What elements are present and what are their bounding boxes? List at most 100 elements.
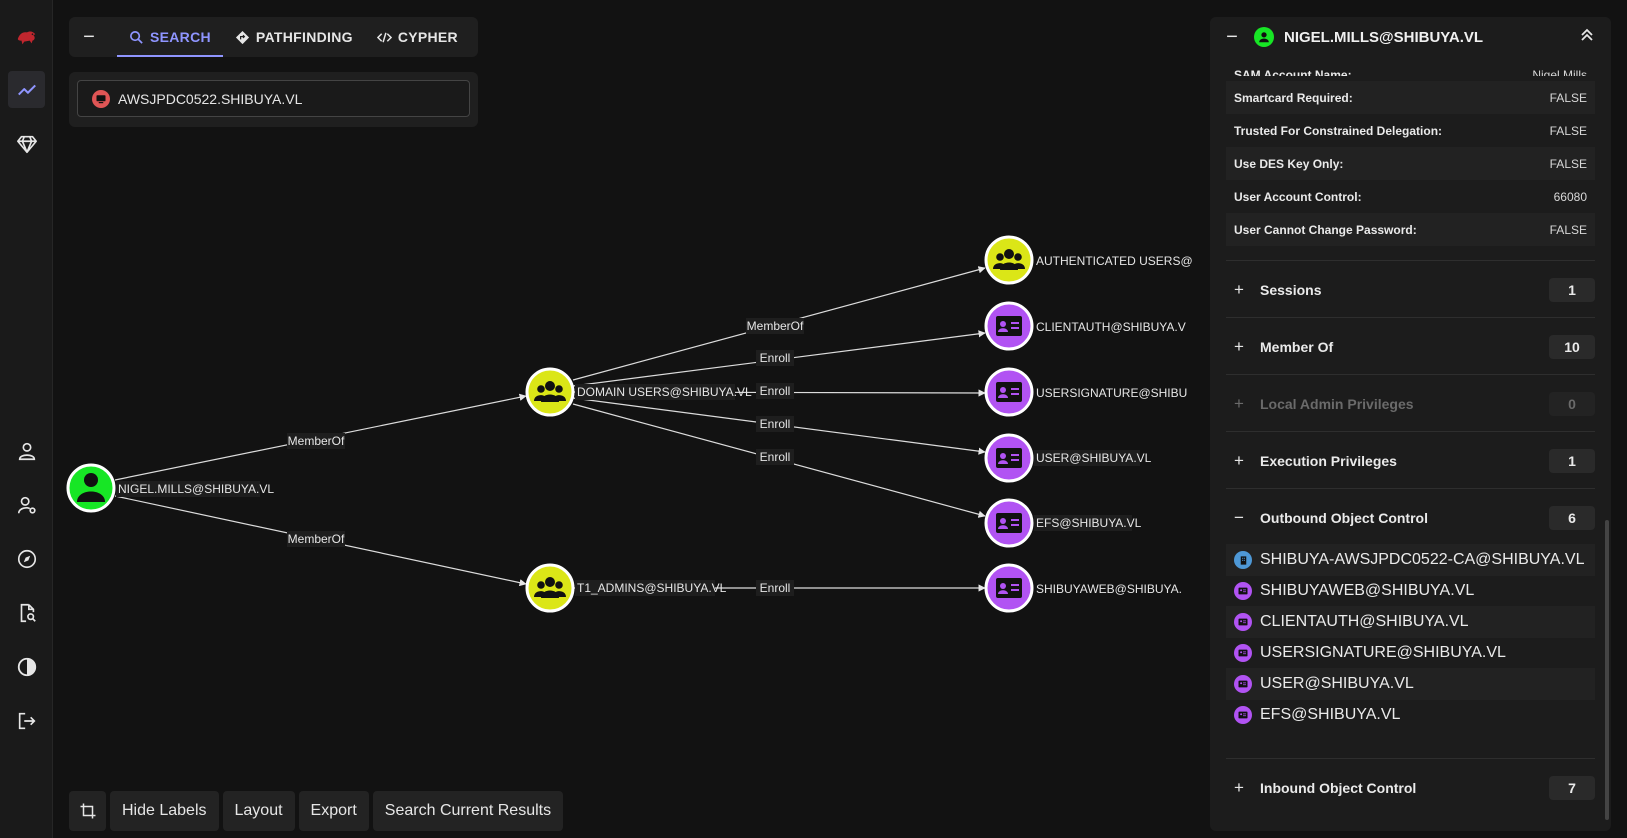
nav-rail xyxy=(0,0,53,838)
computer-node-icon xyxy=(92,89,110,108)
node-efs[interactable]: EFS@SHIBUYA.VL xyxy=(984,498,1142,548)
node-label: EFS@SHIBUYA.VL xyxy=(1036,516,1142,530)
section-inbound-object-control[interactable]: + Inbound Object Control 7 xyxy=(1226,758,1595,816)
chevrons-up-icon[interactable] xyxy=(1579,27,1595,48)
section-label: Local Admin Privileges xyxy=(1260,395,1414,412)
property-key: Smartcard Required: xyxy=(1234,90,1353,105)
edge-label-enroll: Enroll xyxy=(760,450,791,464)
tab-label: SEARCH xyxy=(150,29,211,45)
object-name: USER@SHIBUYA.VL xyxy=(1260,675,1414,692)
section-count-badge: 1 xyxy=(1549,448,1595,473)
node-user[interactable]: USER@SHIBUYA.VL xyxy=(984,433,1152,483)
search-input[interactable]: AWSJPDC0522.SHIBUYA.VL xyxy=(77,80,470,117)
expand-icon: + xyxy=(1234,450,1244,470)
property-row: Trusted For Constrained Delegation: FALS… xyxy=(1226,114,1595,147)
contrast-icon[interactable] xyxy=(8,648,45,685)
crop-icon xyxy=(80,803,95,819)
property-row: Use DES Key Only: FALSE xyxy=(1226,147,1595,180)
node-label: SHIBUYAWEB@SHIBUYA. xyxy=(1036,582,1182,596)
node-domain-users[interactable]: DOMAIN USERS@SHIBUYA.VL xyxy=(525,367,752,417)
object-name: USERSIGNATURE@SHIBUYA.VL xyxy=(1260,644,1506,661)
search-tabs: − SEARCH PATHFINDING CYPHER xyxy=(69,17,478,57)
object-name: EFS@SHIBUYA.VL xyxy=(1260,706,1401,723)
section-count-badge: 7 xyxy=(1549,775,1595,800)
collapse-icon: − xyxy=(1234,507,1244,527)
explore-graph-icon[interactable] xyxy=(8,71,45,108)
tab-label: CYPHER xyxy=(397,29,458,45)
bloodhound-app: MemberOf MemberOf MemberOf Enroll Enroll… xyxy=(0,0,1627,838)
search-panel: − SEARCH PATHFINDING CYPHER AWSJPDC0522.… xyxy=(69,17,478,127)
edge-label-memberof: MemberOf xyxy=(747,319,804,333)
panel-scrollbar[interactable] xyxy=(1605,520,1609,820)
cert-template-icon xyxy=(1234,706,1252,724)
expand-icon: + xyxy=(1234,336,1244,356)
object-name: SHIBUYA-AWSJPDC0522-CA@SHIBUYA.VL xyxy=(1260,551,1585,568)
section-label: Outbound Object Control xyxy=(1260,509,1428,526)
property-value: FALSE xyxy=(1549,123,1587,138)
tab-label: PATHFINDING xyxy=(255,29,353,45)
search-box-container: AWSJPDC0522.SHIBUYA.VL xyxy=(69,72,478,127)
tab-cypher[interactable]: CYPHER xyxy=(365,17,470,57)
logout-icon[interactable] xyxy=(8,702,45,739)
entity-info-panel: − NIGEL.MILLS@SHIBUYA.VL SAM Account Nam… xyxy=(1210,17,1611,831)
tab-search[interactable]: SEARCH xyxy=(117,17,223,57)
outbound-object-row[interactable]: SHIBUYAWEB@SHIBUYA.VL xyxy=(1226,575,1595,607)
section-count-badge: 0 xyxy=(1549,391,1595,416)
collapse-search-button[interactable]: − xyxy=(69,17,109,57)
search-input-value: AWSJPDC0522.SHIBUYA.VL xyxy=(118,90,303,107)
user-icon[interactable] xyxy=(8,432,45,469)
layout-button[interactable]: Layout xyxy=(222,791,295,831)
bloodhound-logo[interactable] xyxy=(8,18,45,55)
node-nigel-mills[interactable]: NIGEL.MILLS@SHIBUYA.VL xyxy=(66,463,274,513)
section-member-of[interactable]: + Member Of 10 xyxy=(1226,317,1595,375)
section-sessions[interactable]: + Sessions 1 xyxy=(1226,260,1595,318)
edge-label-enroll: Enroll xyxy=(760,351,791,365)
property-value: FALSE xyxy=(1549,222,1587,237)
entity-panel-header: − NIGEL.MILLS@SHIBUYA.VL xyxy=(1210,17,1611,57)
outbound-object-row[interactable]: SHIBUYA-AWSJPDC0522-CA@SHIBUYA.VL xyxy=(1226,544,1595,576)
crop-button[interactable] xyxy=(69,791,106,831)
outbound-object-row[interactable]: USER@SHIBUYA.VL xyxy=(1226,668,1595,700)
diamond-direction-icon xyxy=(235,30,249,44)
gem-icon[interactable] xyxy=(8,125,45,162)
node-t1-admins[interactable]: T1_ADMINS@SHIBUYA.VL xyxy=(525,563,727,613)
property-key: SAM Account Name: xyxy=(1234,68,1352,76)
edge-label-memberof: MemberOf xyxy=(288,434,345,448)
code-icon xyxy=(376,32,392,42)
expand-icon: + xyxy=(1234,393,1244,413)
node-shibuyaweb[interactable]: SHIBUYAWEB@SHIBUYA. xyxy=(984,563,1182,613)
outbound-object-row[interactable]: USERSIGNATURE@SHIBUYA.VL xyxy=(1226,637,1595,669)
property-row: User Account Control: 66080 xyxy=(1226,180,1595,213)
outbound-object-row[interactable]: EFS@SHIBUYA.VL xyxy=(1226,699,1595,731)
section-label: Execution Privileges xyxy=(1260,452,1397,469)
object-name: CLIENTAUTH@SHIBUYA.VL xyxy=(1260,613,1469,630)
outbound-object-row[interactable]: CLIENTAUTH@SHIBUYA.VL xyxy=(1226,606,1595,638)
export-button[interactable]: Export xyxy=(298,791,369,831)
node-label: USERSIGNATURE@SHIBU xyxy=(1036,386,1187,400)
section-label: Inbound Object Control xyxy=(1260,779,1417,796)
cert-template-icon xyxy=(1234,613,1252,631)
file-search-icon[interactable] xyxy=(8,594,45,631)
node-clientauth[interactable]: CLIENTAUTH@SHIBUYA.V xyxy=(984,301,1186,351)
compass-icon[interactable] xyxy=(8,540,45,577)
tab-pathfinding[interactable]: PATHFINDING xyxy=(223,17,365,57)
user-node-icon xyxy=(1254,27,1274,47)
property-key: Use DES Key Only: xyxy=(1234,156,1344,171)
edge-label-enroll: Enroll xyxy=(760,384,791,398)
expand-icon: + xyxy=(1234,279,1244,299)
edge-label-enroll: Enroll xyxy=(760,581,791,595)
cert-template-icon xyxy=(1234,675,1252,693)
certificate-authority-icon xyxy=(1234,551,1252,569)
section-count-badge: 6 xyxy=(1549,505,1595,530)
node-usersignature[interactable]: USERSIGNATURE@SHIBU xyxy=(984,367,1187,417)
hide-labels-button[interactable]: Hide Labels xyxy=(110,791,219,831)
search-current-results-button[interactable]: Search Current Results xyxy=(372,791,564,831)
section-execution-privileges[interactable]: + Execution Privileges 1 xyxy=(1226,431,1595,489)
section-local-admin-privileges: + Local Admin Privileges 0 xyxy=(1226,374,1595,432)
user-gear-icon[interactable] xyxy=(8,486,45,523)
section-outbound-object-control[interactable]: − Outbound Object Control 6 xyxy=(1226,488,1595,546)
section-count-badge: 10 xyxy=(1549,334,1595,359)
node-authenticated-users[interactable]: AUTHENTICATED USERS@ xyxy=(984,235,1193,285)
collapse-panel-button[interactable]: − xyxy=(1210,26,1254,49)
property-value: Nigel.Mills xyxy=(1532,68,1587,76)
